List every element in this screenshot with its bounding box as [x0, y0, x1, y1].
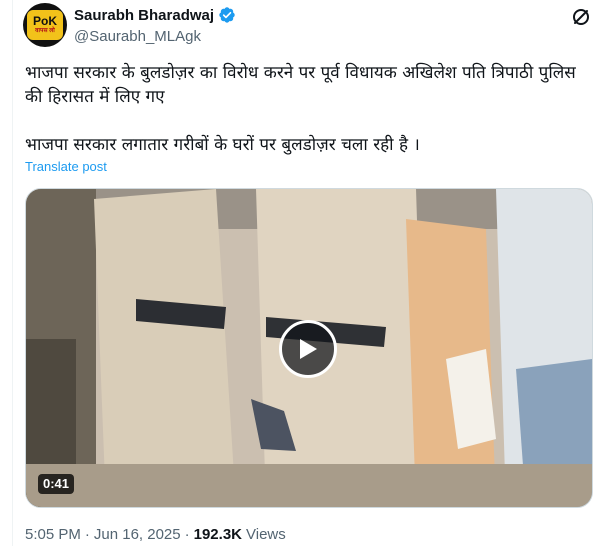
play-button[interactable] — [279, 320, 337, 378]
avatar-logo-text: PoK — [33, 13, 57, 28]
tweet-date[interactable]: Jun 16, 2025 — [94, 526, 181, 543]
translate-post-link[interactable]: Translate post — [25, 159, 107, 174]
verified-badge-icon[interactable] — [218, 6, 236, 24]
tweet-time[interactable]: 5:05 PM — [25, 526, 81, 543]
avatar[interactable]: PoK वापस लो — [23, 3, 67, 47]
author-handle[interactable]: @Saurabh_MLAgk — [74, 28, 201, 45]
video-player[interactable]: 0:41 — [25, 188, 593, 508]
author-row: Saurabh Bharadwaj — [74, 6, 236, 24]
tweet-paragraph-1: भाजपा सरकार के बुलडोज़र का विरोध करने पर… — [25, 63, 582, 107]
avatar-logo: PoK वापस लो — [27, 10, 63, 40]
meta-separator: · — [84, 526, 90, 543]
tweet-text: भाजपा सरकार के बुलडोज़र का विरोध करने पर… — [25, 61, 595, 157]
avatar-logo-subtext: वापस लो — [35, 27, 55, 34]
grok-icon[interactable] — [571, 7, 591, 27]
play-icon — [300, 339, 317, 359]
tweet-paragraph-2: भाजपा सरकार लगातार गरीबों के घरों पर बुल… — [25, 135, 420, 155]
timeline-divider — [12, 0, 13, 546]
views-count[interactable]: 192.3K — [194, 526, 242, 543]
author-display-name[interactable]: Saurabh Bharadwaj — [74, 7, 214, 24]
video-duration: 0:41 — [38, 474, 75, 494]
meta-separator-2: · — [184, 526, 190, 543]
tweet-meta: 5:05 PM · Jun 16, 2025 · 192.3K Views — [25, 526, 286, 543]
views-label: Views — [246, 526, 286, 543]
